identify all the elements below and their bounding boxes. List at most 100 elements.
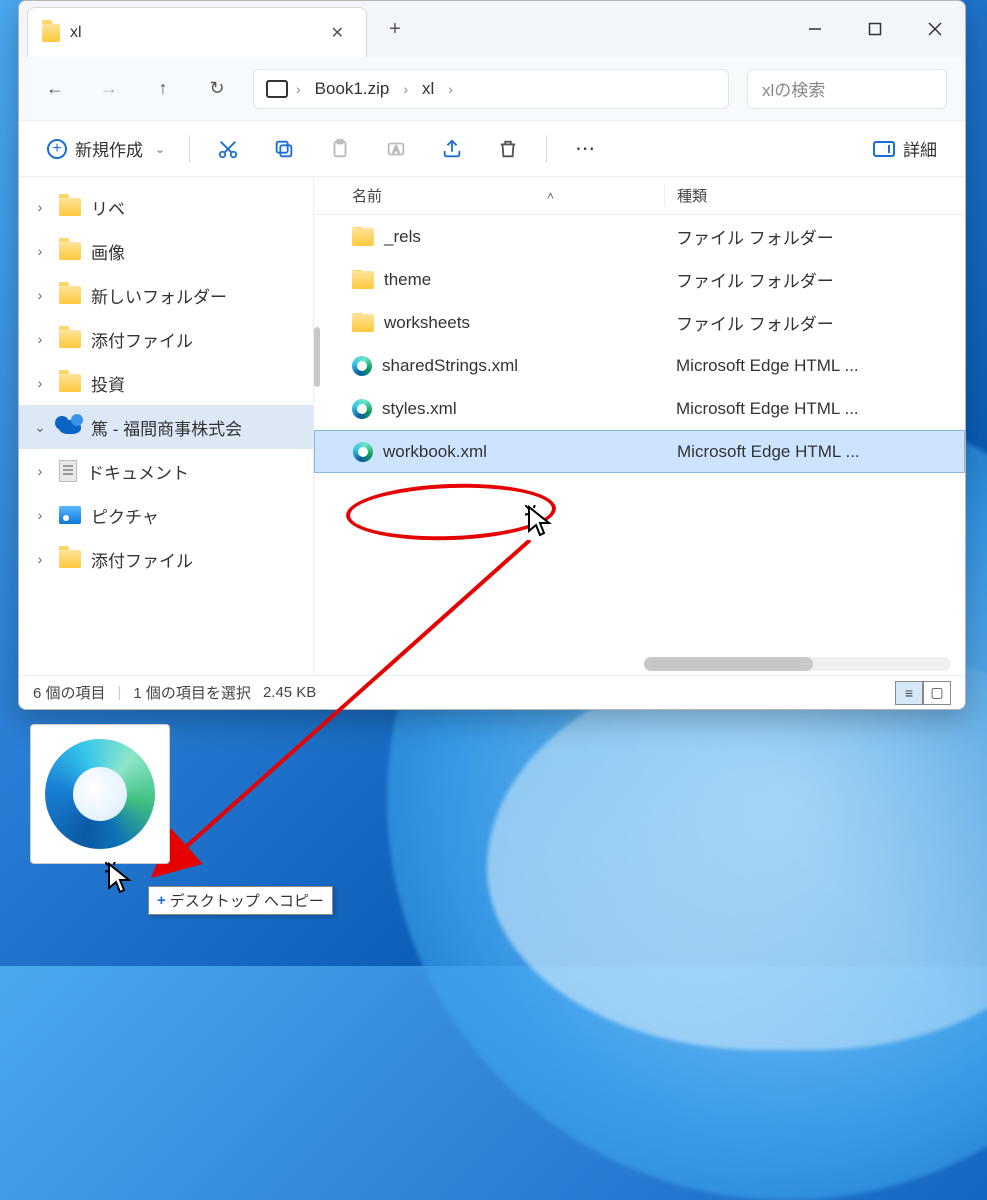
details-toggle-button[interactable]: 詳細	[863, 130, 947, 167]
chevron-right-icon[interactable]: ›	[31, 375, 49, 391]
tree-item[interactable]: › 添付ファイル	[19, 537, 313, 581]
address-bar[interactable]: › Book1.zip › xl ›	[253, 69, 729, 109]
detail-label: 詳細	[903, 136, 937, 161]
new-tab-button[interactable]: +	[367, 1, 423, 57]
tree-item[interactable]: › 新しいフォルダー	[19, 273, 313, 317]
status-bar: 6 個の項目 | 1 個の項目を選択 2.45 KB ≡ ▢	[19, 675, 965, 709]
column-header: 名前 ˄ 種類	[314, 177, 965, 215]
tab-current[interactable]: xl ✕	[27, 7, 367, 57]
breadcrumb-seg-2[interactable]: xl	[416, 77, 440, 101]
svg-text:A: A	[393, 144, 400, 154]
chevron-right-icon[interactable]: ›	[31, 287, 49, 303]
file-row[interactable]: worksheets ファイル フォルダー	[314, 301, 965, 344]
file-type: ファイル フォルダー	[664, 310, 965, 335]
chevron-right-icon[interactable]: ›	[31, 463, 49, 479]
command-toolbar: + 新規作成 ⌄ A ⋯ 詳細	[19, 121, 965, 177]
nav-tree[interactable]: ›リベ › 画像 › 新しいフォルダー › 添付ファイル › 投資 ⌄篤 - 福間商事株…	[19, 177, 314, 675]
edge-icon	[45, 739, 155, 849]
tab-title: xl	[70, 24, 313, 42]
refresh-button[interactable]: ↻	[199, 71, 235, 107]
pane-resizer[interactable]	[314, 327, 320, 387]
cut-button[interactable]	[204, 129, 252, 169]
tree-item[interactable]: › 添付ファイル	[19, 317, 313, 361]
tree-item[interactable]: › ドキュメント	[19, 449, 313, 493]
up-button[interactable]: ↑	[145, 71, 181, 107]
folder-icon	[59, 286, 81, 304]
file-type: Microsoft Edge HTML ...	[664, 399, 965, 419]
col-type-label: 種類	[677, 188, 707, 205]
drop-tile	[30, 724, 170, 864]
file-row[interactable]: styles.xmlMicrosoft Edge HTML ...	[314, 387, 965, 430]
file-row[interactable]: themeファイル フォルダー	[314, 258, 965, 301]
minimize-button[interactable]	[785, 1, 845, 57]
drop-tooltip: デスクトップ へコピー	[148, 886, 333, 915]
tree-label: ピクチャ	[91, 503, 159, 528]
edge-icon	[352, 399, 372, 419]
delete-button[interactable]	[484, 129, 532, 169]
desktop-drop-target[interactable]	[30, 724, 180, 864]
col-name-label: 名前	[352, 185, 382, 206]
column-name-header[interactable]: 名前 ˄	[314, 185, 664, 206]
tree-label: 添付ファイル	[91, 327, 193, 352]
tree-label: 画像	[91, 239, 125, 264]
breadcrumb-seg-1[interactable]: Book1.zip	[309, 77, 396, 101]
chevron-right-icon[interactable]: ›	[31, 243, 49, 259]
tree-label: 添付ファイル	[91, 547, 193, 572]
file-name: workbook.xml	[383, 442, 487, 462]
tree-item[interactable]: › ピクチャ	[19, 493, 313, 537]
details-view-button[interactable]: ≡	[895, 681, 923, 705]
copy-button[interactable]	[260, 129, 308, 169]
column-type-header[interactable]: 種類	[664, 185, 965, 206]
file-type: Microsoft Edge HTML ...	[665, 442, 964, 462]
chevron-right-icon[interactable]: ›	[31, 507, 49, 523]
tree-item[interactable]: ›リベ	[19, 185, 313, 229]
share-button[interactable]	[428, 129, 476, 169]
back-button[interactable]: ←	[37, 71, 73, 107]
folder-icon	[59, 330, 81, 348]
maximize-button[interactable]	[845, 1, 905, 57]
file-type: Microsoft Edge HTML ...	[664, 356, 965, 376]
tree-label: 投資	[91, 371, 125, 396]
chevron-right-icon[interactable]: ›	[31, 199, 49, 215]
chevron-right-icon[interactable]: ›	[31, 551, 49, 567]
tree-label: 新しいフォルダー	[91, 283, 227, 308]
view-switcher: ≡ ▢	[895, 681, 951, 705]
search-input[interactable]: xlの検索	[747, 69, 947, 109]
folder-icon	[59, 374, 81, 392]
folder-icon	[352, 314, 374, 332]
drop-tooltip-label: デスクトップ へコピー	[170, 890, 324, 911]
chevron-down-icon: ⌄	[155, 142, 165, 156]
tree-label: ドキュメント	[87, 459, 189, 484]
pictures-icon	[59, 506, 81, 524]
file-name: _rels	[384, 227, 421, 247]
chevron-right-icon: ›	[403, 81, 408, 97]
horizontal-scrollbar[interactable]	[644, 657, 951, 671]
file-row[interactable]: sharedStrings.xmlMicrosoft Edge HTML ...	[314, 344, 965, 387]
folder-icon	[352, 271, 374, 289]
sort-ascending-icon: ˄	[547, 189, 554, 203]
forward-button[interactable]: →	[91, 71, 127, 107]
tree-item[interactable]: › 投資	[19, 361, 313, 405]
tree-item-onedrive[interactable]: ⌄篤 - 福間商事株式会	[19, 405, 313, 449]
file-name: worksheets	[384, 313, 470, 333]
tiles-view-button[interactable]: ▢	[923, 681, 951, 705]
plus-circle-icon: +	[47, 139, 67, 159]
file-list: 名前 ˄ 種類 _rels ファイル フォルダー themeファイル フォルダー w…	[314, 177, 965, 675]
file-row-selected[interactable]: workbook.xml Microsoft Edge HTML ...	[314, 430, 965, 473]
new-label: 新規作成	[75, 136, 143, 161]
chevron-down-icon[interactable]: ⌄	[31, 419, 49, 436]
close-tab-icon[interactable]: ✕	[323, 19, 352, 47]
status-count: 6 個の項目	[33, 682, 106, 703]
file-type: ファイル フォルダー	[664, 224, 965, 249]
close-window-button[interactable]	[905, 1, 965, 57]
tree-item[interactable]: › 画像	[19, 229, 313, 273]
more-button[interactable]: ⋯	[561, 129, 609, 169]
paste-button[interactable]	[316, 129, 364, 169]
explorer-window: xl ✕ + ← → ↑ ↻ › Book1.zip › xl › xlの検索 …	[18, 0, 966, 710]
new-button[interactable]: + 新規作成 ⌄	[37, 130, 175, 167]
chevron-right-icon[interactable]: ›	[31, 331, 49, 347]
documents-icon	[59, 460, 77, 482]
folder-icon	[59, 198, 81, 216]
rename-button[interactable]: A	[372, 129, 420, 169]
file-row[interactable]: _rels ファイル フォルダー	[314, 215, 965, 258]
